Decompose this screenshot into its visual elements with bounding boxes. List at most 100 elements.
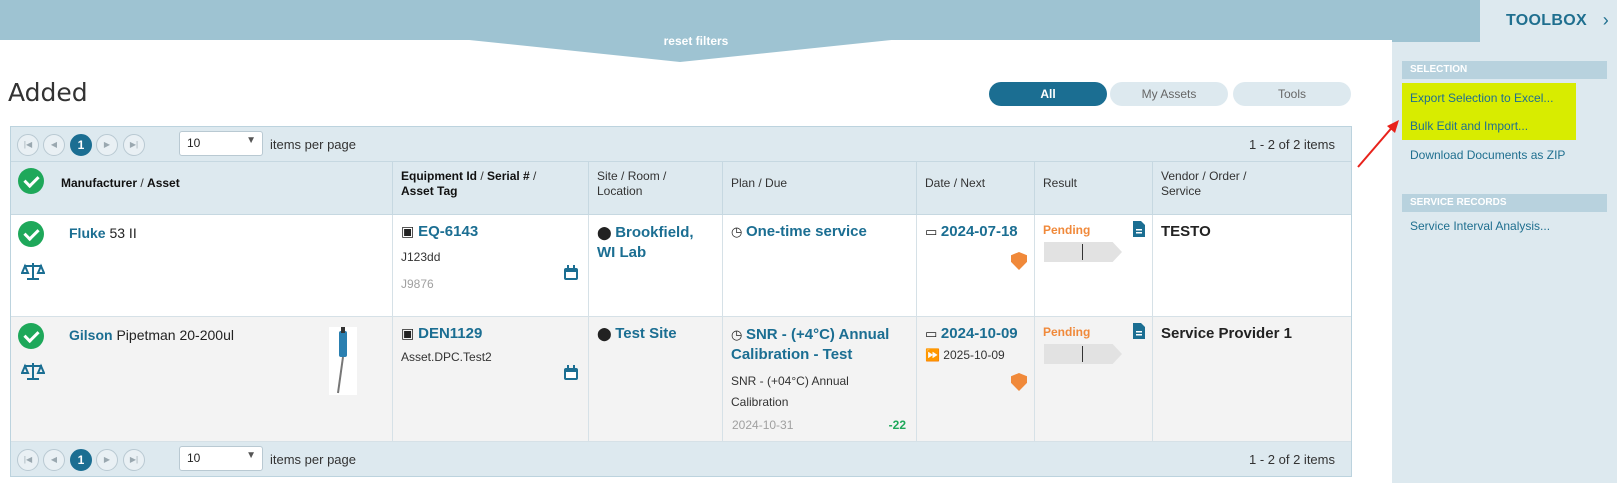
col-location-label: Location — [597, 184, 643, 198]
page-title: Added — [8, 78, 88, 107]
col-date[interactable]: Date / Next — [916, 162, 1034, 215]
scale-icon[interactable] — [20, 261, 46, 284]
site-link[interactable]: Brookfield, WI Lab — [597, 224, 694, 261]
assets-grid: |◀ ◀ 1 ▶ ▶| 10 ▼ items per page 1 - 2 of… — [10, 126, 1352, 477]
date-cell: ▭ 2024-10-09 ⏩ 2025-10-09 — [916, 317, 1034, 441]
caret-down-icon: ▼ — [246, 450, 256, 461]
equipment-id-link[interactable]: DEN1129 — [418, 325, 482, 342]
col-manufacturer-asset[interactable]: Manufacturer / Asset — [53, 162, 393, 215]
asset-tag: J9876 — [401, 277, 434, 291]
document-icon[interactable] — [1133, 323, 1145, 342]
last-page-icon[interactable]: ▶| — [123, 134, 145, 156]
serial-number: J123dd — [401, 250, 441, 264]
col-asset-label: Asset — [147, 176, 180, 190]
col-manufacturer-label: Manufacturer — [61, 176, 138, 190]
progress-bar — [1044, 344, 1122, 364]
serial-number: Asset.DPC.Test2 — [401, 350, 492, 364]
select-all-checkbox[interactable] — [11, 162, 57, 215]
pipette-thumbnail[interactable] — [329, 327, 357, 395]
col-equipment-id-label: Equipment Id — [401, 169, 477, 183]
col-date-label: Date — [925, 176, 951, 190]
col-result[interactable]: Result — [1034, 162, 1152, 215]
date-link[interactable]: 2024-07-18 — [941, 223, 1018, 240]
pager-top: |◀ ◀ 1 ▶ ▶| 10 ▼ items per page 1 - 2 of… — [11, 127, 1351, 161]
bulk-edit-link[interactable]: Bulk Edit and Import... — [1402, 111, 1576, 140]
col-due-label: Due — [765, 176, 788, 190]
asset-model: 53 II — [109, 225, 137, 241]
plan-link[interactable]: One-time service — [746, 223, 867, 240]
annotation-arrow-icon — [1357, 120, 1399, 168]
map-pin-icon: ⬤ — [597, 225, 612, 240]
last-page-icon[interactable]: ▶| — [123, 449, 145, 471]
asset-model: Pipetman 20-200ul — [116, 327, 234, 343]
col-plan[interactable]: Plan / Due — [722, 162, 916, 215]
chevron-right-icon: › — [1602, 10, 1609, 30]
col-equipment-id[interactable]: Equipment Id / Serial # / Asset Tag — [392, 162, 588, 215]
table-row[interactable]: Fluke 53 II ▣ EQ-6143 J123dd J9876 ⬤ Bro… — [11, 215, 1351, 317]
selection-section-header: SELECTION — [1402, 61, 1607, 79]
site-link[interactable]: Test Site — [615, 325, 676, 342]
prev-page-icon[interactable]: ◀ — [43, 449, 65, 471]
result-cell: Pending — [1034, 215, 1152, 316]
calendar-icon: ▭ — [925, 326, 938, 341]
equipment-id-link[interactable]: EQ-6143 — [418, 223, 478, 240]
col-order-label: Order — [1209, 169, 1240, 183]
plan-link[interactable]: SNR - (+4°C) Annual Calibration - Test — [731, 326, 889, 363]
asset-cell: Gilson Pipetman 20-200ul — [11, 317, 392, 441]
page-size-select[interactable]: 10 ▼ — [179, 446, 263, 471]
filter-tools-button[interactable]: Tools — [1233, 82, 1351, 106]
calendar-icon[interactable] — [563, 365, 579, 384]
items-per-page-label: items per page — [270, 452, 356, 467]
item-count-label: 1 - 2 of 2 items — [1249, 137, 1335, 152]
col-site[interactable]: Site / Room / Location — [588, 162, 723, 215]
shield-icon — [1011, 373, 1027, 391]
items-per-page-label: items per page — [270, 137, 356, 152]
filter-all-button[interactable]: All — [989, 82, 1107, 106]
col-vendor[interactable]: Vendor / Order / Service — [1152, 162, 1351, 215]
date-link[interactable]: 2024-10-09 — [941, 325, 1018, 342]
plan-due-date: 2024-10-31 — [732, 418, 794, 432]
cube-icon: ▣ — [401, 325, 415, 341]
page-number-button[interactable]: 1 — [70, 134, 92, 156]
date-cell: ▭ 2024-07-18 — [916, 215, 1034, 316]
prev-page-icon[interactable]: ◀ — [43, 134, 65, 156]
manufacturer-link[interactable]: Fluke — [69, 225, 106, 241]
calendar-icon: ▭ — [925, 224, 938, 239]
plan-detail: SNR - (+04°C) Annual Calibration — [731, 374, 849, 409]
next-page-icon[interactable]: ▶ — [96, 134, 118, 156]
vendor-cell: TESTO — [1152, 215, 1351, 316]
first-page-icon[interactable]: |◀ — [17, 449, 39, 471]
export-excel-link[interactable]: Export Selection to Excel... — [1402, 83, 1576, 111]
map-pin-icon: ⬤ — [597, 326, 612, 341]
check-circle-icon[interactable] — [18, 221, 44, 247]
document-icon[interactable] — [1133, 221, 1145, 240]
calendar-icon[interactable] — [563, 265, 579, 284]
equipment-cell: ▣ EQ-6143 J123dd J9876 — [392, 215, 588, 316]
caret-down-icon: ▼ — [246, 135, 256, 146]
check-circle-icon — [18, 168, 44, 194]
page-size-select[interactable]: 10 ▼ — [179, 131, 263, 156]
item-count-label: 1 - 2 of 2 items — [1249, 452, 1335, 467]
vendor-cell: Service Provider 1 — [1152, 317, 1351, 441]
filter-my-assets-button[interactable]: My Assets — [1110, 82, 1228, 106]
col-asset-tag-label: Asset Tag — [401, 184, 458, 198]
page-number-button[interactable]: 1 — [70, 449, 92, 471]
toolbox-title: TOOLBOX — [1506, 12, 1587, 29]
clock-icon: ◷ — [731, 327, 743, 342]
first-page-icon[interactable]: |◀ — [17, 134, 39, 156]
scale-icon[interactable] — [20, 361, 46, 384]
manufacturer-link[interactable]: Gilson — [69, 327, 113, 343]
toolbox-toggle[interactable]: TOOLBOX › — [1480, 0, 1617, 42]
service-interval-link[interactable]: Service Interval Analysis... — [1402, 211, 1602, 239]
shield-icon — [1011, 252, 1027, 270]
page-size-value: 10 — [187, 136, 201, 150]
site-cell: ⬤ Test Site — [588, 317, 723, 441]
reset-filters-link[interactable]: reset filters — [0, 34, 1392, 48]
check-circle-icon[interactable] — [18, 323, 44, 349]
result-status: Pending — [1043, 223, 1091, 237]
table-row[interactable]: Gilson Pipetman 20-200ul ▣ DEN1129 Asset… — [11, 317, 1351, 442]
plan-cell: ◷ SNR - (+4°C) Annual Calibration - Test… — [722, 317, 916, 441]
days-remaining: -22 — [888, 418, 906, 432]
download-zip-link[interactable]: Download Documents as ZIP — [1402, 140, 1602, 168]
next-page-icon[interactable]: ▶ — [96, 449, 118, 471]
